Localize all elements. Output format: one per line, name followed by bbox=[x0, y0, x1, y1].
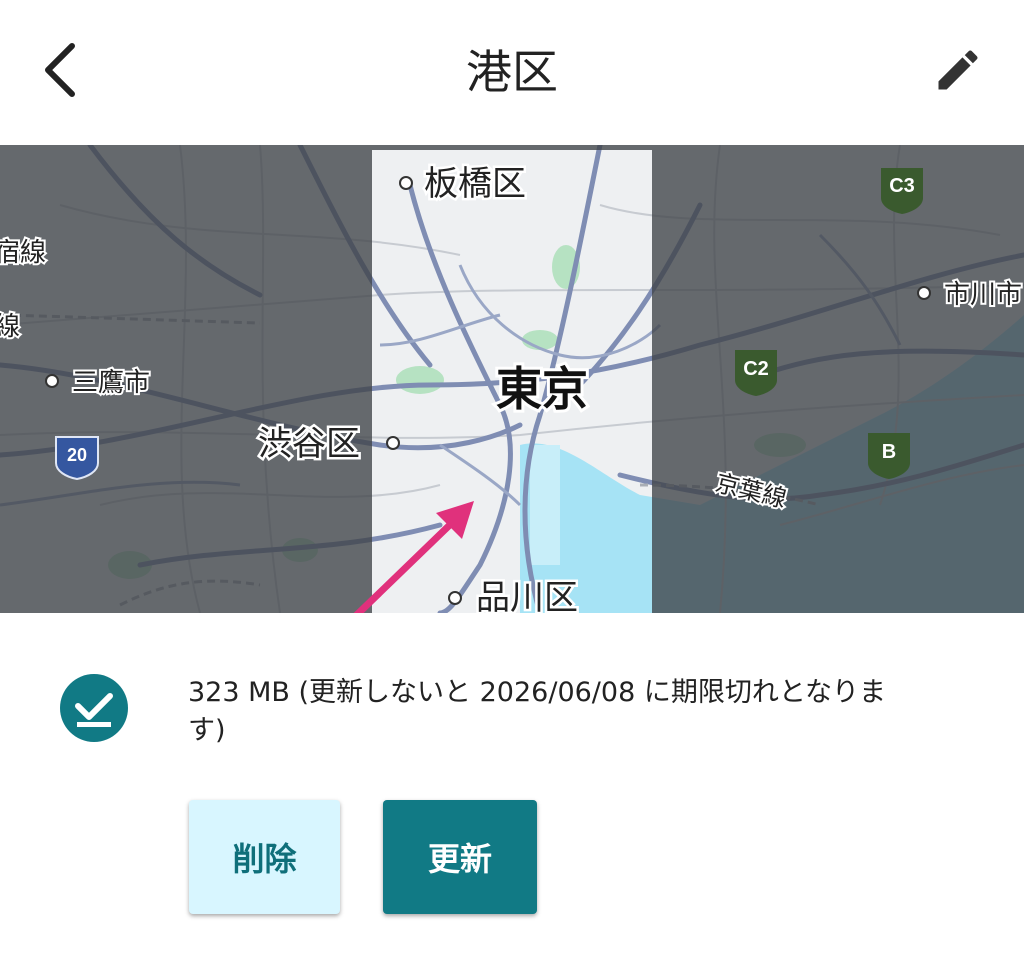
shield-route20-label: 20 bbox=[67, 445, 87, 465]
shield-b: B bbox=[868, 433, 910, 479]
label-shibuya: 渋谷区 bbox=[258, 425, 360, 463]
download-check-icon bbox=[60, 674, 128, 742]
shield-b-label: B bbox=[882, 441, 896, 463]
pencil-icon bbox=[938, 50, 978, 90]
page-title: 港区 bbox=[466, 45, 558, 99]
delete-button[interactable]: 削除 bbox=[189, 800, 340, 914]
shield-c3: C3 bbox=[881, 168, 923, 214]
download-size-text: 323 MB (更新しないと 2026/06/08 に期限切れとなります) bbox=[188, 677, 887, 746]
label-left-line-1: 宿線 bbox=[0, 237, 46, 267]
shield-c3-label: C3 bbox=[889, 175, 915, 197]
label-left-line-2: 線 bbox=[0, 311, 20, 341]
shield-route20: 20 bbox=[55, 436, 99, 481]
label-mitaka: 三鷹市 bbox=[72, 367, 150, 397]
map-preview[interactable]: C3 C2 B 20 板橋区 東京 渋谷区 品川区 三鷹市 市川市 京葉線 宿線… bbox=[0, 145, 1024, 613]
shield-c2-label: C2 bbox=[743, 358, 769, 380]
label-tokyo: 東京 bbox=[496, 363, 588, 415]
shield-c2: C2 bbox=[735, 350, 777, 396]
actions: 削除 更新 bbox=[0, 800, 1024, 920]
label-itabashi: 板橋区 bbox=[424, 165, 526, 203]
label-ichikawa: 市川市 bbox=[944, 279, 1022, 309]
edit-button[interactable] bbox=[926, 38, 990, 102]
update-button[interactable]: 更新 bbox=[383, 800, 537, 914]
label-shinagawa: 品川区 bbox=[476, 579, 578, 613]
download-info: 323 MB (更新しないと 2026/06/08 に期限切れとなります) bbox=[0, 640, 1024, 760]
app-bar: 港区 bbox=[0, 0, 1024, 145]
